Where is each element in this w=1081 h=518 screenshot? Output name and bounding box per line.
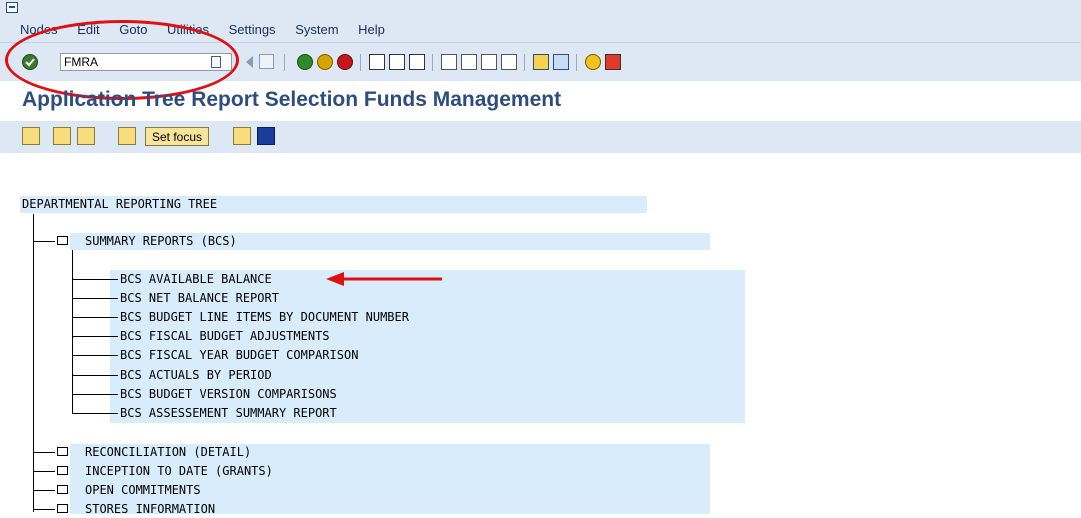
menu-help[interactable]: Help <box>358 22 385 37</box>
variant-icon[interactable] <box>118 127 136 145</box>
tree-node-summary[interactable]: SUMMARY REPORTS (BCS) <box>85 233 237 250</box>
menu-system[interactable]: System <box>295 22 338 37</box>
application-toolbar: Set focus <box>0 121 1081 153</box>
report-item[interactable]: BCS AVAILABLE BALANCE <box>120 271 272 288</box>
expand-subtree-icon[interactable] <box>53 127 71 145</box>
annotation-arrow <box>326 272 442 286</box>
previous-page-icon[interactable] <box>461 54 477 70</box>
report-item[interactable]: BCS ASSESSEMENT SUMMARY REPORT <box>120 405 337 422</box>
enter-check-icon[interactable] <box>22 54 38 70</box>
back-icon[interactable] <box>297 54 313 70</box>
help-icon[interactable] <box>585 54 601 70</box>
print-icon[interactable] <box>369 54 385 70</box>
expand-node-icon[interactable] <box>57 466 68 475</box>
standard-toolbar <box>0 42 1081 81</box>
tree-node[interactable]: STORES INFORMATION <box>85 501 215 518</box>
save-icon[interactable] <box>259 54 274 69</box>
page-title: Application Tree Report Selection Funds … <box>22 88 562 111</box>
customize-layout-icon[interactable] <box>605 54 621 70</box>
window-menu-icon[interactable] <box>6 2 18 13</box>
command-history-icon[interactable] <box>211 56 221 68</box>
first-page-icon[interactable] <box>441 54 457 70</box>
tree-node[interactable]: RECONCILIATION (DETAIL) <box>85 444 251 461</box>
expand-node-icon[interactable] <box>57 447 68 456</box>
find-next-icon[interactable] <box>409 54 425 70</box>
exit-icon[interactable] <box>317 54 333 70</box>
collapse-subtree-icon[interactable] <box>77 127 95 145</box>
report-item[interactable]: BCS NET BALANCE REPORT <box>120 290 279 307</box>
tree-node[interactable]: OPEN COMMITMENTS <box>85 482 201 499</box>
menu-items: Nodes Edit Goto Utilities Settings Syste… <box>20 22 401 37</box>
find-icon[interactable] <box>389 54 405 70</box>
report-item[interactable]: BCS FISCAL BUDGET ADJUSTMENTS <box>120 328 330 345</box>
last-page-icon[interactable] <box>501 54 517 70</box>
create-session-icon[interactable] <box>533 54 549 70</box>
report-item[interactable]: BCS ACTUALS BY PERIOD <box>120 367 272 384</box>
menu-nodes[interactable]: Nodes <box>20 22 58 37</box>
report-item[interactable]: BCS BUDGET VERSION COMPARISONS <box>120 386 337 403</box>
next-page-icon[interactable] <box>481 54 497 70</box>
copy-icon[interactable] <box>233 127 251 145</box>
cancel-icon[interactable] <box>337 54 353 70</box>
expand-node-icon[interactable] <box>57 485 68 494</box>
menu-bar: Nodes Edit Goto Utilities Settings Syste… <box>0 0 1081 42</box>
collapse-node-icon[interactable] <box>57 236 68 245</box>
menu-edit[interactable]: Edit <box>77 22 99 37</box>
tree-connector <box>33 214 34 512</box>
tree-root[interactable]: DEPARTMENTAL REPORTING TREE <box>22 196 217 213</box>
tree-node[interactable]: INCEPTION TO DATE (GRANTS) <box>85 463 273 480</box>
report-item[interactable]: BCS FISCAL YEAR BUDGET COMPARISON <box>120 347 358 364</box>
menu-goto[interactable]: Goto <box>119 22 147 37</box>
report-item[interactable]: BCS BUDGET LINE ITEMS BY DOCUMENT NUMBER <box>120 309 409 326</box>
expand-node-icon[interactable] <box>57 504 68 513</box>
information-icon[interactable] <box>257 127 275 145</box>
execute-icon[interactable] <box>22 127 40 145</box>
menu-utilities[interactable]: Utilities <box>167 22 209 37</box>
command-field[interactable] <box>60 53 232 71</box>
menu-settings[interactable]: Settings <box>229 22 276 37</box>
set-focus-button[interactable]: Set focus <box>145 127 210 146</box>
create-shortcut-icon[interactable] <box>553 54 569 70</box>
back-arrow-icon[interactable] <box>246 56 253 68</box>
